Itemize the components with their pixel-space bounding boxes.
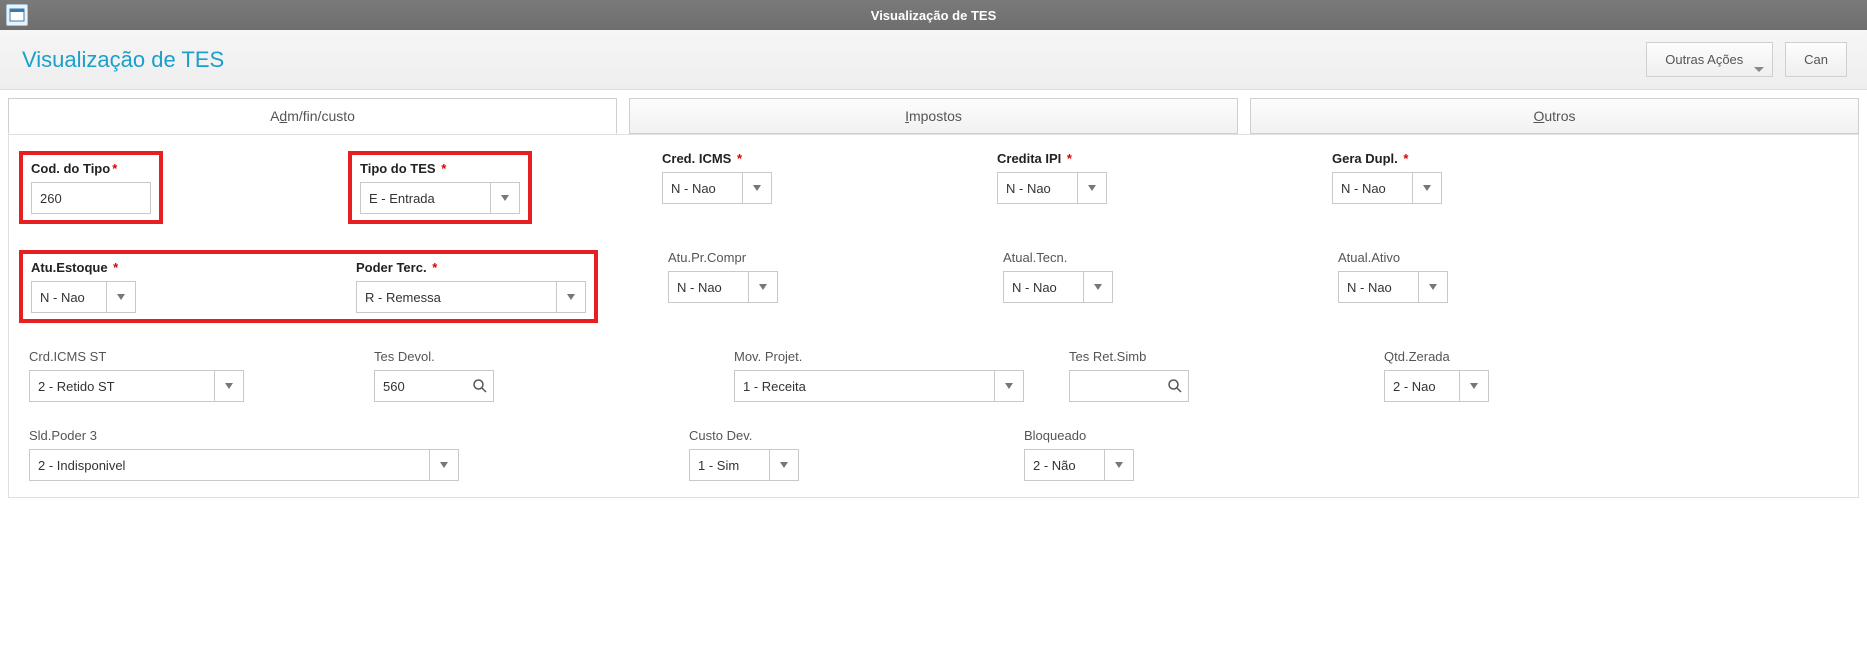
chevron-down-icon[interactable] <box>214 370 244 402</box>
chevron-down-icon[interactable] <box>490 182 520 214</box>
label-mov-projet: Mov. Projet. <box>734 349 1024 364</box>
chevron-down-icon[interactable] <box>769 449 799 481</box>
cancel-label: Can <box>1804 52 1828 67</box>
field-tes-devol: Tes Devol. <box>374 349 494 402</box>
bloqueado-combo[interactable]: 2 - Não <box>1024 449 1134 481</box>
search-icon[interactable] <box>1167 378 1183 394</box>
tes-devol-lookup[interactable] <box>374 370 494 402</box>
field-mov-projet: Mov. Projet. 1 - Receita <box>734 349 1024 402</box>
field-tes-ret-simb: Tes Ret.Simb <box>1069 349 1189 402</box>
form-row-4: Sld.Poder 3 2 - Indisponivel Custo Dev. … <box>19 428 1848 481</box>
chevron-down-icon[interactable] <box>1459 370 1489 402</box>
highlight-atu-poder: Atu.Estoque * N - Nao Poder Terc. * R - … <box>19 250 598 323</box>
label-tes-ret-simb: Tes Ret.Simb <box>1069 349 1189 364</box>
form-row-2: Atu.Estoque * N - Nao Poder Terc. * R - … <box>19 250 1848 323</box>
tab-impostos[interactable]: Impostos <box>629 98 1238 134</box>
cancel-button[interactable]: Can <box>1785 42 1847 77</box>
label-atual-ativo: Atual.Ativo <box>1338 250 1448 265</box>
field-gera-dupl: Gera Dupl. * N - Nao <box>1332 151 1442 224</box>
field-atual-tecn: Atual.Tecn. N - Nao <box>1003 250 1113 323</box>
app-icon <box>6 4 28 26</box>
sld-poder3-combo[interactable]: 2 - Indisponivel <box>29 449 459 481</box>
crd-icms-st-combo[interactable]: 2 - Retido ST <box>29 370 244 402</box>
highlight-cod-tipo: Cod. do Tipo* <box>19 151 163 224</box>
label-atu-estoque: Atu.Estoque * <box>31 260 136 275</box>
field-sld-poder3: Sld.Poder 3 2 - Indisponivel <box>29 428 459 481</box>
tab-adm-fin-custo[interactable]: Adm/fin/custo <box>8 98 617 134</box>
gera-dupl-combo[interactable]: N - Nao <box>1332 172 1442 204</box>
tab-outros[interactable]: Outros <box>1250 98 1859 134</box>
highlight-tipo-tes: Tipo do TES * E - Entrada <box>348 151 532 224</box>
chevron-down-icon[interactable] <box>429 449 459 481</box>
chevron-down-icon[interactable] <box>556 281 586 313</box>
label-sld-poder3: Sld.Poder 3 <box>29 428 459 443</box>
poder-terc-combo[interactable]: R - Remessa <box>356 281 586 313</box>
field-bloqueado: Bloqueado 2 - Não <box>1024 428 1134 481</box>
field-atual-ativo: Atual.Ativo N - Nao <box>1338 250 1448 323</box>
label-tes-devol: Tes Devol. <box>374 349 494 364</box>
chevron-down-icon[interactable] <box>1077 172 1107 204</box>
field-atu-pr-compr: Atu.Pr.Compr N - Nao <box>668 250 778 323</box>
label-tipo-tes: Tipo do TES * <box>360 161 520 176</box>
field-cred-icms: Cred. ICMS * N - Nao <box>662 151 772 224</box>
field-qtd-zerada: Qtd.Zerada 2 - Nao <box>1384 349 1489 402</box>
page-header: Visualização de TES Outras Ações Can <box>0 30 1867 90</box>
label-atu-pr-compr: Atu.Pr.Compr <box>668 250 778 265</box>
field-atu-estoque: Atu.Estoque * N - Nao <box>31 260 136 313</box>
field-credita-ipi: Credita IPI * N - Nao <box>997 151 1107 224</box>
custo-dev-combo[interactable]: 1 - Sim <box>689 449 799 481</box>
form-row-3: Crd.ICMS ST 2 - Retido ST Tes Devol. Mov… <box>19 349 1848 402</box>
chevron-down-icon[interactable] <box>1418 271 1448 303</box>
label-bloqueado: Bloqueado <box>1024 428 1134 443</box>
field-cod-tipo: Cod. do Tipo* <box>31 161 151 214</box>
label-gera-dupl: Gera Dupl. * <box>1332 151 1442 166</box>
mov-projet-combo[interactable]: 1 - Receita <box>734 370 1024 402</box>
credita-ipi-combo[interactable]: N - Nao <box>997 172 1107 204</box>
label-crd-icms-st: Crd.ICMS ST <box>29 349 244 364</box>
label-qtd-zerada: Qtd.Zerada <box>1384 349 1489 364</box>
tab-bar: Adm/fin/custo Impostos Outros <box>0 90 1867 134</box>
window-titlebar: Visualização de TES <box>0 0 1867 30</box>
form-panel: Cod. do Tipo* Tipo do TES * E - Entrada … <box>8 134 1859 498</box>
window-title: Visualização de TES <box>871 8 996 23</box>
field-poder-terc: Poder Terc. * R - Remessa <box>356 260 586 313</box>
form-row-1: Cod. do Tipo* Tipo do TES * E - Entrada … <box>19 151 1848 224</box>
field-crd-icms-st: Crd.ICMS ST 2 - Retido ST <box>29 349 244 402</box>
chevron-down-icon[interactable] <box>742 172 772 204</box>
page-title: Visualização de TES <box>22 47 224 73</box>
search-icon[interactable] <box>472 378 488 394</box>
label-custo-dev: Custo Dev. <box>689 428 799 443</box>
atual-tecn-combo[interactable]: N - Nao <box>1003 271 1113 303</box>
field-custo-dev: Custo Dev. 1 - Sim <box>689 428 799 481</box>
label-credita-ipi: Credita IPI * <box>997 151 1107 166</box>
cred-icms-combo[interactable]: N - Nao <box>662 172 772 204</box>
chevron-down-icon[interactable] <box>1412 172 1442 204</box>
chevron-down-icon[interactable] <box>1083 271 1113 303</box>
tes-ret-simb-lookup[interactable] <box>1069 370 1189 402</box>
label-poder-terc: Poder Terc. * <box>356 260 586 275</box>
other-actions-label: Outras Ações <box>1665 52 1743 67</box>
cod-tipo-input[interactable] <box>31 182 151 214</box>
atu-estoque-combo[interactable]: N - Nao <box>31 281 136 313</box>
chevron-down-icon[interactable] <box>748 271 778 303</box>
field-tipo-tes: Tipo do TES * E - Entrada <box>360 161 520 214</box>
atu-pr-compr-combo[interactable]: N - Nao <box>668 271 778 303</box>
label-atual-tecn: Atual.Tecn. <box>1003 250 1113 265</box>
chevron-down-icon[interactable] <box>1104 449 1134 481</box>
chevron-down-icon[interactable] <box>106 281 136 313</box>
other-actions-button[interactable]: Outras Ações <box>1646 42 1773 77</box>
label-cred-icms: Cred. ICMS * <box>662 151 772 166</box>
chevron-down-icon[interactable] <box>994 370 1024 402</box>
tipo-tes-combo[interactable]: E - Entrada <box>360 182 520 214</box>
qtd-zerada-combo[interactable]: 2 - Nao <box>1384 370 1489 402</box>
label-cod-tipo: Cod. do Tipo* <box>31 161 151 176</box>
atual-ativo-combo[interactable]: N - Nao <box>1338 271 1448 303</box>
